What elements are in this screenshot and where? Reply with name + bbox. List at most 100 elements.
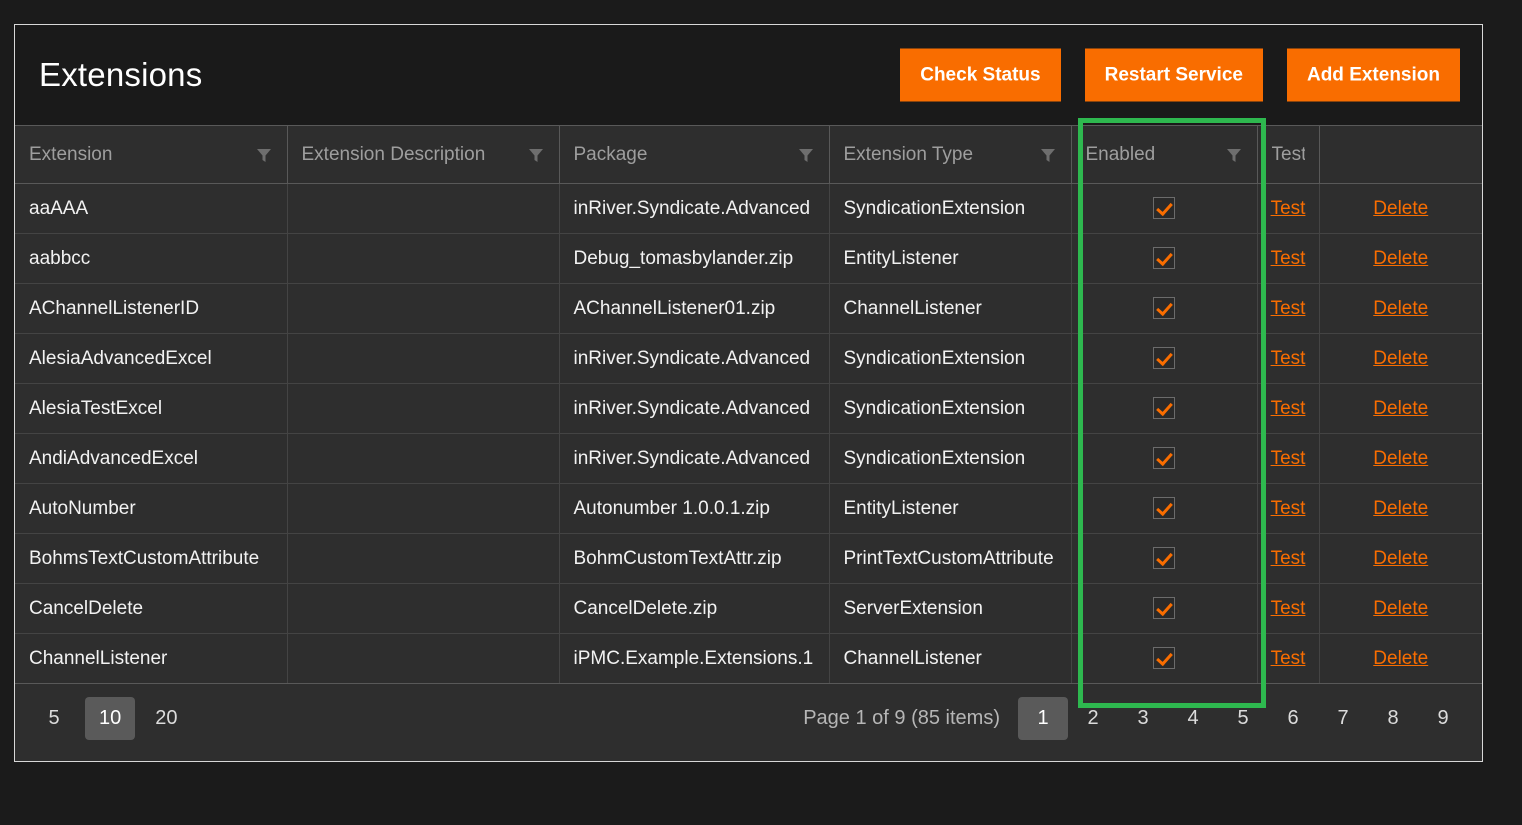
enabled-checkbox[interactable] (1153, 497, 1175, 520)
enabled-checkbox[interactable] (1153, 447, 1175, 470)
cell-package: AChannelListener01.zip (559, 283, 830, 334)
filter-icon[interactable] (1039, 146, 1057, 164)
cell-package: inRiver.Syndicate.Advanced (559, 333, 830, 384)
restart-service-button[interactable]: Restart Service (1084, 48, 1263, 102)
page-size-option[interactable]: 5 (29, 697, 79, 740)
test-link[interactable]: Test (1271, 248, 1306, 269)
delete-link[interactable]: Delete (1373, 648, 1428, 669)
column-header-extension-description[interactable]: Extension Description (287, 125, 560, 184)
delete-link[interactable]: Delete (1373, 498, 1428, 519)
delete-link[interactable]: Delete (1373, 248, 1428, 269)
test-link[interactable]: Test (1271, 298, 1306, 319)
pager-navigation: Page 1 of 9 (85 items) 123456789 (803, 696, 1468, 740)
delete-link[interactable]: Delete (1373, 598, 1428, 619)
table-header-row: Extension Extension Description Package … (15, 125, 1482, 184)
cell-extension: AlesiaTestExcel (15, 383, 288, 434)
delete-link[interactable]: Delete (1373, 198, 1428, 219)
cell-extension: AlesiaAdvancedExcel (15, 333, 288, 384)
cell-extension: aaAAA (15, 183, 288, 234)
cell-package: inRiver.Syndicate.Advanced (559, 383, 830, 434)
page-number[interactable]: 4 (1168, 697, 1218, 740)
cell-extension-type: SyndicationExtension (829, 333, 1072, 384)
table-row[interactable]: AutoNumber Autonumber 1.0.0.1.zip EntityLi… (15, 483, 1482, 534)
cell-package: iPMC.Example.Extensions.1 (559, 633, 830, 684)
page-size-selector: 5 10 20 (29, 696, 192, 740)
delete-link[interactable]: Delete (1373, 448, 1428, 469)
test-link[interactable]: Test (1271, 548, 1306, 569)
cell-enabled (1071, 533, 1258, 584)
table-row[interactable]: AChannelListenerID AChannelListener01.zip… (15, 283, 1482, 334)
column-header-test[interactable]: Test (1257, 125, 1320, 184)
cell-extension-description (287, 383, 560, 434)
table-row[interactable]: AndiAdvancedExcel inRiver.Syndicate.Advan… (15, 433, 1482, 484)
page-number[interactable]: 2 (1068, 697, 1118, 740)
extensions-card: Extensions Check Status Restart Service … (14, 24, 1483, 762)
table-row[interactable]: BohmsTextCustomAttribute BohmCustomTextAt… (15, 533, 1482, 584)
column-header-actions (1319, 125, 1482, 184)
enabled-checkbox[interactable] (1153, 547, 1175, 570)
add-extension-button[interactable]: Add Extension (1286, 48, 1460, 102)
filter-icon[interactable] (527, 146, 545, 164)
test-link[interactable]: Test (1271, 348, 1306, 369)
cell-extension: ChannelListener (15, 633, 288, 684)
delete-link[interactable]: Delete (1373, 398, 1428, 419)
table-row[interactable]: AlesiaTestExcel inRiver.Syndicate.Advance… (15, 383, 1482, 434)
cell-test: Test (1257, 533, 1320, 584)
table-row[interactable]: aaAAA inRiver.Syndicate.Advanced Syndicati… (15, 183, 1482, 234)
check-status-button[interactable]: Check Status (900, 48, 1061, 102)
cell-extension-description (287, 183, 560, 234)
test-link[interactable]: Test (1271, 198, 1306, 219)
column-header-extension[interactable]: Extension (15, 125, 288, 184)
test-link[interactable]: Test (1271, 448, 1306, 469)
column-label: Enabled (1085, 143, 1156, 165)
column-label: Extension (29, 143, 113, 165)
page-number[interactable]: 5 (1218, 697, 1268, 740)
test-link[interactable]: Test (1271, 398, 1306, 419)
page-number[interactable]: 3 (1118, 697, 1168, 740)
enabled-checkbox[interactable] (1153, 197, 1175, 220)
column-header-enabled[interactable]: Enabled (1071, 125, 1258, 184)
test-link[interactable]: Test (1271, 598, 1306, 619)
page-number[interactable]: 6 (1268, 697, 1318, 740)
table-row[interactable]: aabbcc Debug_tomasbylander.zip EntityListe… (15, 233, 1482, 284)
table-row[interactable]: ChannelListener iPMC.Example.Extensions.1… (15, 633, 1482, 684)
filter-icon[interactable] (797, 146, 815, 164)
cell-extension-description (287, 633, 560, 684)
pager-info: Page 1 of 9 (85 items) (803, 706, 1000, 729)
cell-extension-description (287, 333, 560, 384)
cell-test: Test (1257, 583, 1320, 634)
delete-link[interactable]: Delete (1373, 298, 1428, 319)
page-number[interactable]: 7 (1318, 697, 1368, 740)
enabled-checkbox[interactable] (1153, 597, 1175, 620)
filter-icon[interactable] (255, 146, 273, 164)
column-header-extension-type[interactable]: Extension Type (829, 125, 1072, 184)
page-number[interactable]: 8 (1368, 697, 1418, 740)
test-link[interactable]: Test (1271, 648, 1306, 669)
cell-extension-type: ChannelListener (829, 283, 1072, 334)
cell-extension-type: PrintTextCustomAttribute (829, 533, 1072, 584)
test-link[interactable]: Test (1271, 498, 1306, 519)
table-row[interactable]: AlesiaAdvancedExcel inRiver.Syndicate.Adv… (15, 333, 1482, 384)
enabled-checkbox[interactable] (1153, 347, 1175, 370)
page-size-option[interactable]: 20 (141, 697, 191, 740)
extensions-page: Extensions Check Status Restart Service … (0, 0, 1522, 825)
delete-link[interactable]: Delete (1373, 548, 1428, 569)
cell-enabled (1071, 333, 1258, 384)
cell-extension-type: SyndicationExtension (829, 433, 1072, 484)
cell-test: Test (1257, 483, 1320, 534)
enabled-checkbox[interactable] (1153, 297, 1175, 320)
page-size-option[interactable]: 10 (85, 696, 136, 740)
cell-package: CancelDelete.zip (559, 583, 830, 634)
table-row[interactable]: CancelDelete CancelDelete.zip ServerExtens… (15, 583, 1482, 634)
cell-package: BohmCustomTextAttr.zip (559, 533, 830, 584)
page-number[interactable]: 1 (1018, 696, 1068, 740)
filter-icon[interactable] (1225, 146, 1243, 164)
page-number[interactable]: 9 (1418, 697, 1468, 740)
delete-link[interactable]: Delete (1373, 348, 1428, 369)
enabled-checkbox[interactable] (1153, 247, 1175, 270)
enabled-checkbox[interactable] (1153, 397, 1175, 420)
cell-enabled (1071, 633, 1258, 684)
column-header-package[interactable]: Package (559, 125, 830, 184)
enabled-checkbox[interactable] (1153, 647, 1175, 670)
cell-extension-type: SyndicationExtension (829, 183, 1072, 234)
